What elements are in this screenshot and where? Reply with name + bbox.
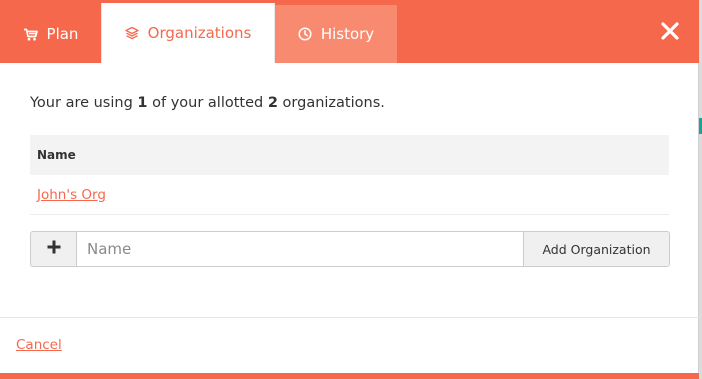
organization-name-input[interactable] (77, 231, 523, 267)
plus-button[interactable] (30, 231, 77, 267)
usage-prefix: Your are using (30, 95, 138, 111)
usage-used-count: 1 (137, 95, 148, 111)
tab-plan[interactable]: Plan (0, 5, 101, 63)
modal-header: Plan Organizations History (0, 0, 699, 63)
add-organization-button[interactable]: Add Organization (523, 231, 670, 267)
organizations-table: Name John's Org (30, 135, 669, 215)
organizations-modal: Plan Organizations History Your are usin… (0, 0, 699, 379)
close-icon (660, 22, 680, 45)
bottom-accent-bar (0, 373, 699, 379)
clock-icon (298, 27, 312, 41)
plus-icon (46, 239, 62, 259)
usage-summary: Your are using 1 of your allotted 2 orga… (30, 95, 385, 111)
tab-plan-label: Plan (46, 25, 79, 43)
tab-history-label: History (320, 25, 375, 43)
layers-icon (124, 26, 139, 40)
close-button[interactable] (660, 21, 680, 41)
tab-history[interactable]: History (275, 5, 397, 63)
tab-organizations-label: Organizations (147, 24, 252, 42)
table-row: John's Org (30, 175, 669, 215)
add-organization-form: Add Organization (30, 231, 670, 267)
usage-suffix: organizations. (277, 95, 385, 111)
column-header-name: Name (30, 135, 669, 175)
organization-link[interactable]: John's Org (37, 187, 106, 203)
footer-divider (0, 317, 699, 318)
usage-allotted-count: 2 (267, 95, 278, 111)
cart-icon (23, 28, 38, 41)
cancel-link[interactable]: Cancel (16, 337, 62, 353)
tab-organizations[interactable]: Organizations (101, 3, 275, 63)
usage-middle: of your allotted (147, 95, 268, 111)
